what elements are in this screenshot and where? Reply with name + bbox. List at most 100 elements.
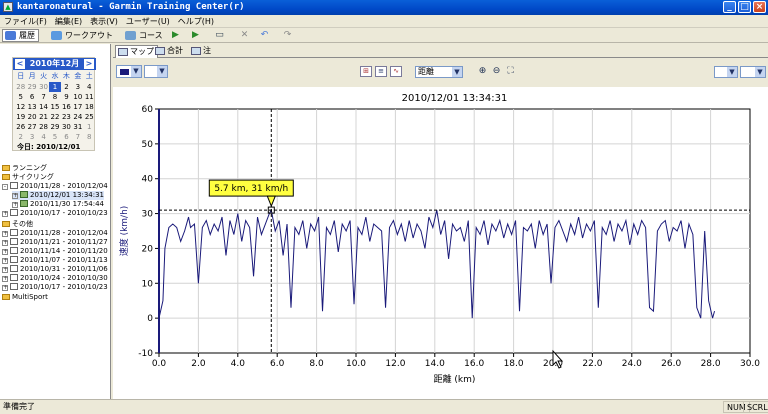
calendar-day[interactable]: 8 — [84, 132, 95, 142]
tree-item-other-week[interactable]: +2010/10/31 - 2010/11/06 — [2, 265, 108, 274]
calendar-day[interactable]: 30 — [61, 122, 72, 132]
export-icon[interactable]: ▶ — [188, 30, 203, 41]
calendar-day[interactable]: 5 — [49, 132, 60, 142]
tree-item-other-week[interactable]: +2010/11/14 - 2010/11/20 — [2, 247, 108, 256]
collapse-icon[interactable]: - — [2, 184, 8, 190]
import-icon[interactable]: ▶ — [168, 30, 183, 41]
graph-icon[interactable]: ∿ — [390, 66, 402, 77]
expand-icon[interactable]: + — [12, 202, 18, 208]
calendar-day[interactable]: 1 — [49, 82, 61, 92]
calendar-day[interactable]: 26 — [15, 122, 26, 132]
tree-item-cycling-week[interactable]: +2010/10/17 - 2010/10/23 — [2, 209, 108, 218]
calendar-day[interactable]: 2 — [15, 132, 26, 142]
tree-item-running[interactable]: ランニング — [2, 164, 47, 173]
calendar-day[interactable]: 17 — [72, 102, 83, 112]
calendar-day[interactable]: 8 — [49, 92, 60, 102]
grid-icon[interactable]: ⊞ — [360, 66, 372, 77]
expand-icon[interactable]: + — [2, 258, 8, 264]
expand-icon[interactable]: + — [2, 240, 8, 246]
expand-icon[interactable]: + — [12, 193, 18, 199]
speed-chart[interactable]: 0.02.04.06.08.010.012.014.016.018.020.02… — [113, 87, 768, 399]
calendar-day[interactable]: 30 — [38, 82, 49, 92]
calendar-day[interactable]: 5 — [15, 92, 26, 102]
tree-item-other-week[interactable]: +2010/10/24 - 2010/10/30 — [2, 274, 108, 283]
close-icon[interactable]: × — [753, 1, 766, 13]
expand-icon[interactable]: + — [2, 267, 8, 273]
calendar-day[interactable]: 20 — [26, 112, 37, 122]
calendar-day[interactable]: 28 — [15, 82, 26, 92]
calendar-next-button[interactable]: > — [84, 59, 94, 69]
expand-icon[interactable]: + — [2, 211, 8, 217]
zoom-fit-icon[interactable]: ⛶ — [505, 66, 516, 77]
tree-item-activity-selected[interactable]: +2010/12/01 13:34:31 — [12, 191, 105, 200]
minimize-icon[interactable]: _ — [723, 1, 736, 13]
calendar-day[interactable]: 7 — [38, 92, 49, 102]
calendar-day[interactable]: 10 — [72, 92, 83, 102]
menu-view[interactable]: 表示(V) — [86, 15, 122, 28]
tab-map[interactable]: マップ — [115, 45, 158, 58]
zoom-out-icon[interactable]: ⊖ — [491, 66, 502, 77]
history-button[interactable]: 履歴 — [2, 29, 39, 42]
tree-item-other-week[interactable]: +2010/11/28 - 2010/12/04 — [2, 229, 108, 238]
right-select-2[interactable]: ▼ — [740, 66, 766, 78]
calendar-day[interactable]: 25 — [84, 112, 95, 122]
xaxis-select[interactable]: 距離 ▼ — [415, 66, 463, 78]
calendar-day[interactable]: 24 — [72, 112, 83, 122]
calendar-day[interactable]: 14 — [38, 102, 49, 112]
expand-icon[interactable]: + — [2, 276, 8, 282]
calendar-day[interactable]: 28 — [38, 122, 49, 132]
delete-icon[interactable]: ✕ — [237, 30, 252, 41]
zoom-in-icon[interactable]: ⊕ — [477, 66, 488, 77]
calendar-day[interactable]: 1 — [84, 122, 95, 132]
calendar-day[interactable]: 22 — [49, 112, 60, 122]
calendar-prev-button[interactable]: < — [15, 59, 25, 69]
calendar-day[interactable]: 13 — [26, 102, 37, 112]
calendar-day[interactable]: 9 — [61, 92, 72, 102]
workout-button[interactable]: ワークアウト — [48, 29, 117, 42]
menu-user[interactable]: ユーザー(U) — [122, 15, 174, 28]
menu-file[interactable]: ファイル(F) — [0, 15, 51, 28]
calendar-day[interactable]: 4 — [84, 82, 95, 92]
tree-item-other-week[interactable]: +2010/11/21 - 2010/11/27 — [2, 238, 108, 247]
secondary-color-select[interactable]: ▼ — [144, 65, 168, 78]
menu-edit[interactable]: 編集(E) — [51, 15, 86, 28]
tab-note[interactable]: 注 — [189, 45, 214, 58]
folder-icon[interactable]: ▭ — [212, 30, 227, 41]
calendar-day[interactable]: 16 — [61, 102, 72, 112]
tree-item-multisport[interactable]: MultiSport — [2, 293, 48, 302]
expand-icon[interactable]: + — [2, 231, 8, 237]
tree-item-activity[interactable]: +2010/11/30 17:54:44 — [12, 200, 104, 209]
menu-help[interactable]: ヘルプ(H) — [174, 15, 218, 28]
tree-item-other-week[interactable]: +2010/10/17 - 2010/10/23 — [2, 283, 108, 292]
tab-total[interactable]: 合計 — [153, 45, 186, 58]
line-color-select[interactable]: ▼ — [116, 65, 142, 78]
maximize-icon[interactable]: □ — [738, 1, 751, 13]
calendar-day[interactable]: 15 — [49, 102, 60, 112]
tree-item-cycling-week[interactable]: -2010/11/28 - 2010/12/04 — [2, 182, 108, 191]
calendar-day[interactable]: 21 — [38, 112, 49, 122]
undo-icon[interactable]: ↶ — [257, 30, 272, 41]
calendar-day[interactable]: 3 — [72, 82, 83, 92]
calendar-today[interactable]: 今日: 2010/12/01 — [17, 142, 80, 152]
calendar-day[interactable]: 4 — [38, 132, 49, 142]
calendar-day[interactable]: 27 — [26, 122, 37, 132]
tree-item-cycling[interactable]: サイクリング — [2, 173, 54, 182]
calendar-day[interactable]: 19 — [15, 112, 26, 122]
calendar-day[interactable]: 31 — [72, 122, 83, 132]
course-button[interactable]: コース — [122, 29, 167, 42]
redo-icon[interactable]: ↷ — [280, 30, 295, 41]
calendar-day[interactable]: 23 — [61, 112, 72, 122]
calendar-day[interactable]: 29 — [49, 122, 60, 132]
calendar-day[interactable]: 29 — [26, 82, 37, 92]
right-select-1[interactable]: ▼ — [714, 66, 738, 78]
calendar-day[interactable]: 3 — [26, 132, 37, 142]
tree-item-other[interactable]: その他 — [2, 220, 33, 229]
calendar-day[interactable]: 11 — [84, 92, 95, 102]
expand-icon[interactable]: + — [2, 285, 8, 291]
tree-item-other-week[interactable]: +2010/11/07 - 2010/11/13 — [2, 256, 108, 265]
calendar-day[interactable]: 18 — [84, 102, 95, 112]
calendar-day[interactable]: 7 — [72, 132, 83, 142]
split-icon[interactable]: ≡ — [375, 66, 387, 77]
expand-icon[interactable]: + — [2, 249, 8, 255]
calendar-day[interactable]: 6 — [61, 132, 72, 142]
